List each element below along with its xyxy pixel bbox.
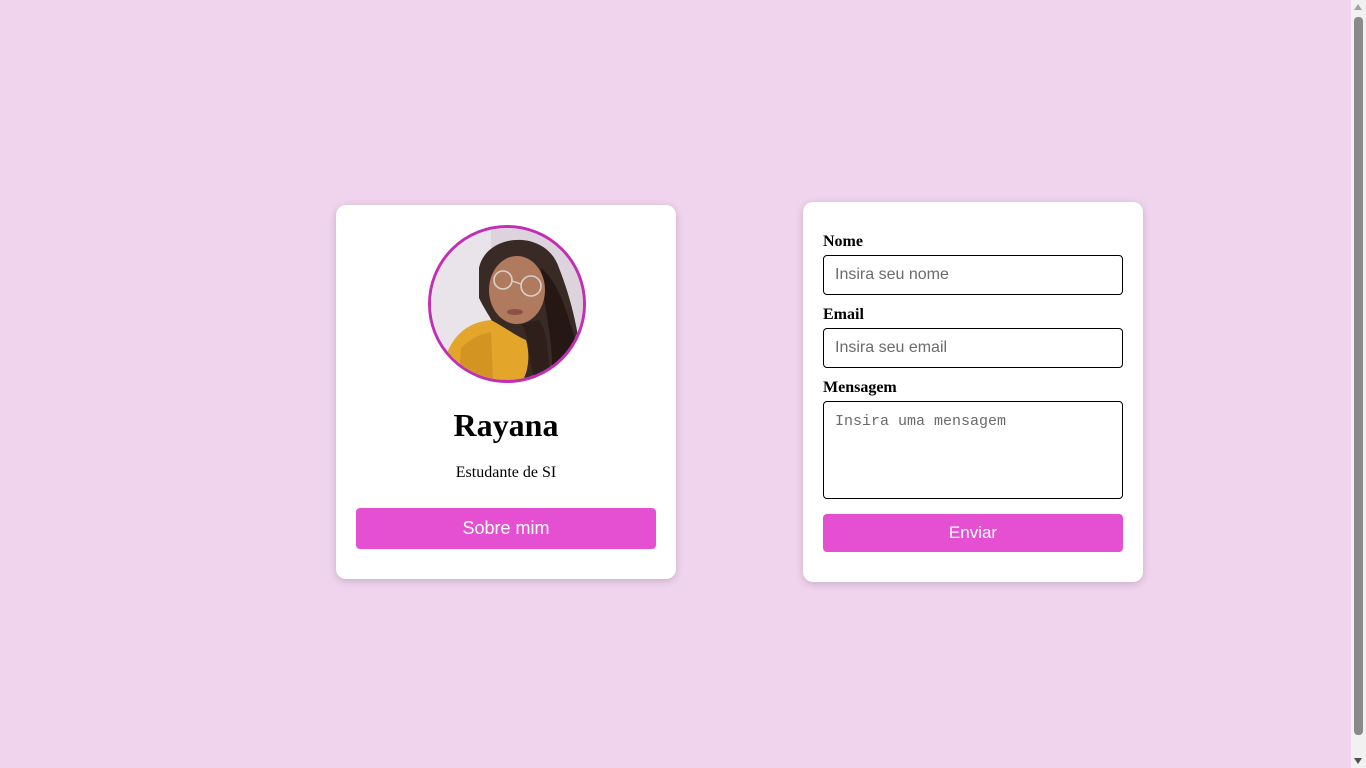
profile-photo-icon bbox=[431, 228, 583, 380]
message-label: Mensagem bbox=[823, 379, 897, 396]
profile-card: Rayana Estudante de SI Sobre mim bbox=[336, 205, 676, 579]
about-me-button[interactable]: Sobre mim bbox=[356, 508, 656, 549]
name-input[interactable] bbox=[823, 255, 1123, 295]
scroll-down-arrow-icon[interactable] bbox=[1354, 758, 1362, 764]
scrollbar-thumb[interactable] bbox=[1354, 17, 1363, 735]
profile-avatar bbox=[428, 225, 586, 383]
message-textarea[interactable] bbox=[823, 401, 1123, 499]
vertical-scrollbar[interactable] bbox=[1351, 0, 1366, 768]
scroll-up-arrow-icon[interactable] bbox=[1354, 4, 1362, 10]
email-input[interactable] bbox=[823, 328, 1123, 368]
name-label: Nome bbox=[823, 233, 863, 250]
send-button[interactable]: Enviar bbox=[823, 514, 1123, 552]
page: { "profile": { "name": "Rayana", "role":… bbox=[0, 0, 1366, 768]
contact-form: Nome Email Mensagem Enviar bbox=[803, 202, 1143, 582]
profile-name: Rayana bbox=[453, 407, 559, 443]
profile-role: Estudante de SI bbox=[455, 464, 557, 481]
email-label: Email bbox=[823, 306, 864, 323]
